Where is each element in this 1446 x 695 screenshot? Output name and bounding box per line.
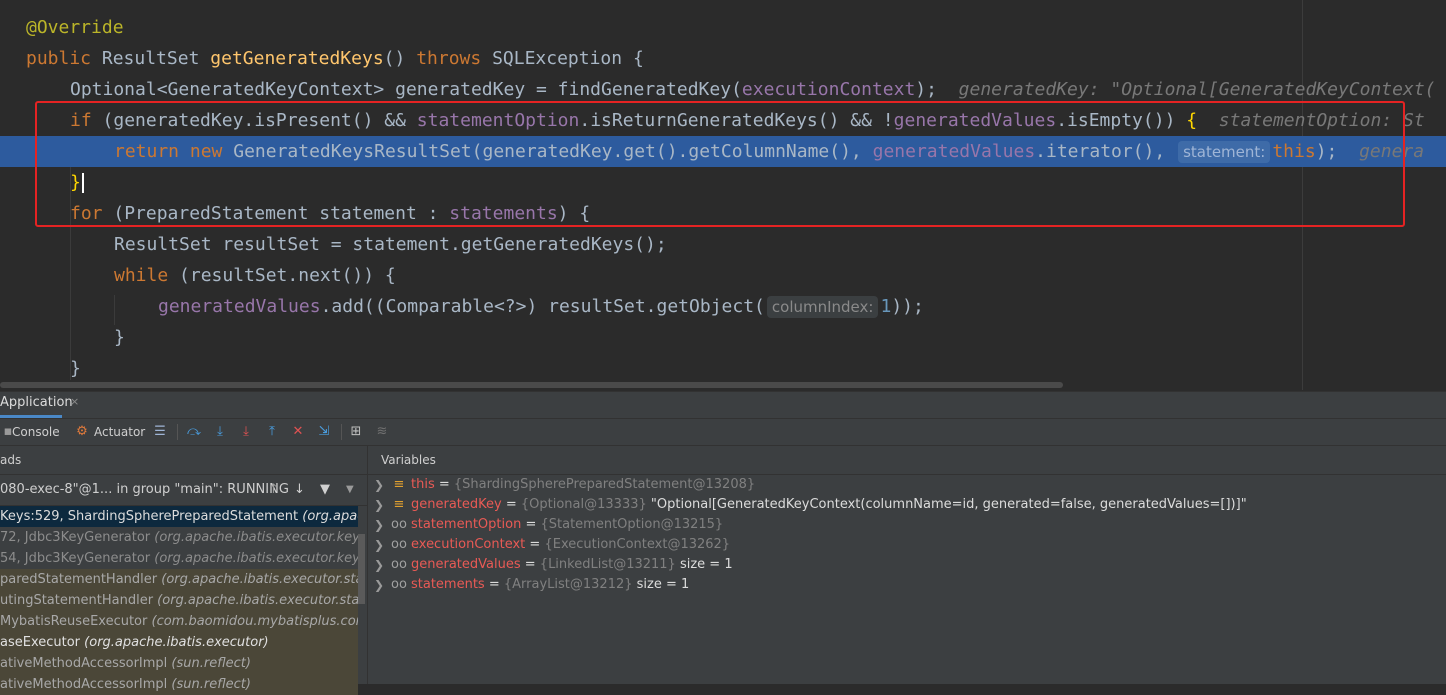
frame-item[interactable]: ativeMethodAccessorImpl (sun.reflect): [0, 653, 358, 674]
frames-pane: ads 080-exec-8"@1... in group "main": RU…: [0, 446, 368, 695]
frame-item[interactable]: Keys:529, ShardingSpherePreparedStatemen…: [0, 506, 358, 527]
frame-item[interactable]: utingStatementHandler (org.apache.ibatis…: [0, 590, 358, 611]
field-icon: ≡: [393, 477, 405, 492]
toolbar-divider: [341, 424, 342, 440]
chevron-right-icon[interactable]: ❯: [374, 475, 384, 495]
code-line-2: public ResultSet getGeneratedKeys() thro…: [26, 48, 644, 69]
frame-item[interactable]: 54, Jdbc3KeyGenerator (org.apache.ibatis…: [0, 548, 358, 569]
active-tab-indicator: [0, 415, 62, 418]
chevron-right-icon[interactable]: ❯: [374, 555, 384, 575]
code-line-10: generatedValues.add((Comparable<?>) resu…: [158, 296, 924, 318]
variable-row[interactable]: ❯ oo executionContext = {ExecutionContext@…: [368, 535, 1446, 555]
thread-selector[interactable]: 080-exec-8"@1... in group "main": RUNNIN…: [0, 475, 367, 506]
variables-header: Variables: [368, 446, 1446, 475]
console-tab[interactable]: Console: [12, 423, 60, 441]
actuator-tab[interactable]: Actuator: [94, 423, 145, 441]
chevron-right-icon[interactable]: ❯: [374, 515, 384, 535]
toolbar-divider: [177, 424, 178, 440]
debug-tabbar: Application ×: [0, 392, 1446, 419]
field-icon: ≡: [393, 497, 405, 512]
drop-frame-icon[interactable]: ✕: [290, 423, 306, 441]
frame-item[interactable]: 72, Jdbc3KeyGenerator (org.apache.ibatis…: [0, 527, 358, 548]
chevron-down-icon[interactable]: ▼: [346, 475, 354, 505]
frames-scrollbar[interactable]: [358, 534, 365, 604]
step-out-icon[interactable]: ⤒: [264, 423, 280, 441]
watch-glasses-icon: oo: [391, 517, 407, 532]
step-over-icon[interactable]: ⤼: [186, 423, 202, 441]
parameter-hint: columnIndex:: [766, 296, 879, 318]
variables-pane: Variables ❯ ≡ this = {ShardingSpherePrepar…: [368, 446, 1446, 684]
inline-value-hint: generatedKey: "Optional[GeneratedKeyCont…: [958, 79, 1436, 100]
code-line-9: while (resultSet.next()) {: [114, 265, 396, 286]
highlight-annotation-box: [35, 101, 1405, 227]
debug-panel: Application × ▪ Console ⚙ Actuator ☰ ⤼ ⤓…: [0, 391, 1446, 695]
chevron-right-icon[interactable]: ❯: [374, 535, 384, 555]
evaluate-expression-icon[interactable]: ⊞: [348, 423, 364, 441]
frame-item[interactable]: ativeMethodAccessorImpl (sun.reflect): [0, 674, 358, 695]
debug-toolbar: ▪ Console ⚙ Actuator ☰ ⤼ ⤓ ⤓ ⤒ ✕ ⇲ ⊞ ≋: [0, 419, 1446, 446]
code-line-1: @Override: [26, 17, 124, 38]
trace-icon[interactable]: ≋: [374, 423, 390, 441]
chevron-right-icon[interactable]: ❯: [374, 575, 384, 595]
code-line-8: ResultSet resultSet = statement.getGener…: [114, 234, 667, 255]
frame-item[interactable]: paredStatementHandler (org.apache.ibatis…: [0, 569, 358, 590]
watch-glasses-icon: oo: [391, 537, 407, 552]
frame-item[interactable]: MybatisReuseExecutor (com.baomidou.mybat…: [0, 611, 358, 632]
variable-row[interactable]: ❯ ≡ this = {ShardingSpherePreparedStatemen…: [368, 475, 1446, 495]
threads-menu-icon[interactable]: ☰: [152, 423, 168, 441]
horizontal-scrollbar[interactable]: [0, 382, 1063, 388]
chevron-right-icon[interactable]: ❯: [374, 495, 384, 515]
variable-row[interactable]: ❯ oo statements = {ArrayList@13212} size =…: [368, 575, 1446, 595]
watch-glasses-icon: oo: [391, 577, 407, 592]
frame-item[interactable]: aseExecutor (org.apache.ibatis.executor): [0, 632, 358, 653]
variable-row[interactable]: ❯ oo statementOption = {StatementOption@13…: [368, 515, 1446, 535]
step-into-icon[interactable]: ⤓: [212, 423, 228, 441]
arrow-down-icon[interactable]: ↓: [294, 475, 305, 505]
tab-application[interactable]: Application: [0, 395, 73, 410]
frames-header: ads: [0, 446, 367, 475]
close-icon[interactable]: ×: [70, 395, 79, 408]
variable-row[interactable]: ❯ oo generatedValues = {LinkedList@13211} …: [368, 555, 1446, 575]
force-step-into-icon[interactable]: ⤓: [238, 423, 254, 441]
watch-glasses-icon: oo: [391, 557, 407, 572]
actuator-icon: ⚙: [76, 424, 88, 439]
arrow-up-icon[interactable]: ↑: [268, 475, 279, 505]
code-editor[interactable]: @Override public ResultSet getGeneratedK…: [0, 0, 1446, 390]
run-to-cursor-icon[interactable]: ⇲: [316, 423, 332, 441]
variable-row[interactable]: ❯ ≡ generatedKey = {Optional@13333} "Optio…: [368, 495, 1446, 515]
code-line-12: }: [70, 358, 81, 379]
code-line-11: }: [114, 327, 125, 348]
filter-icon[interactable]: ▼: [320, 475, 330, 505]
